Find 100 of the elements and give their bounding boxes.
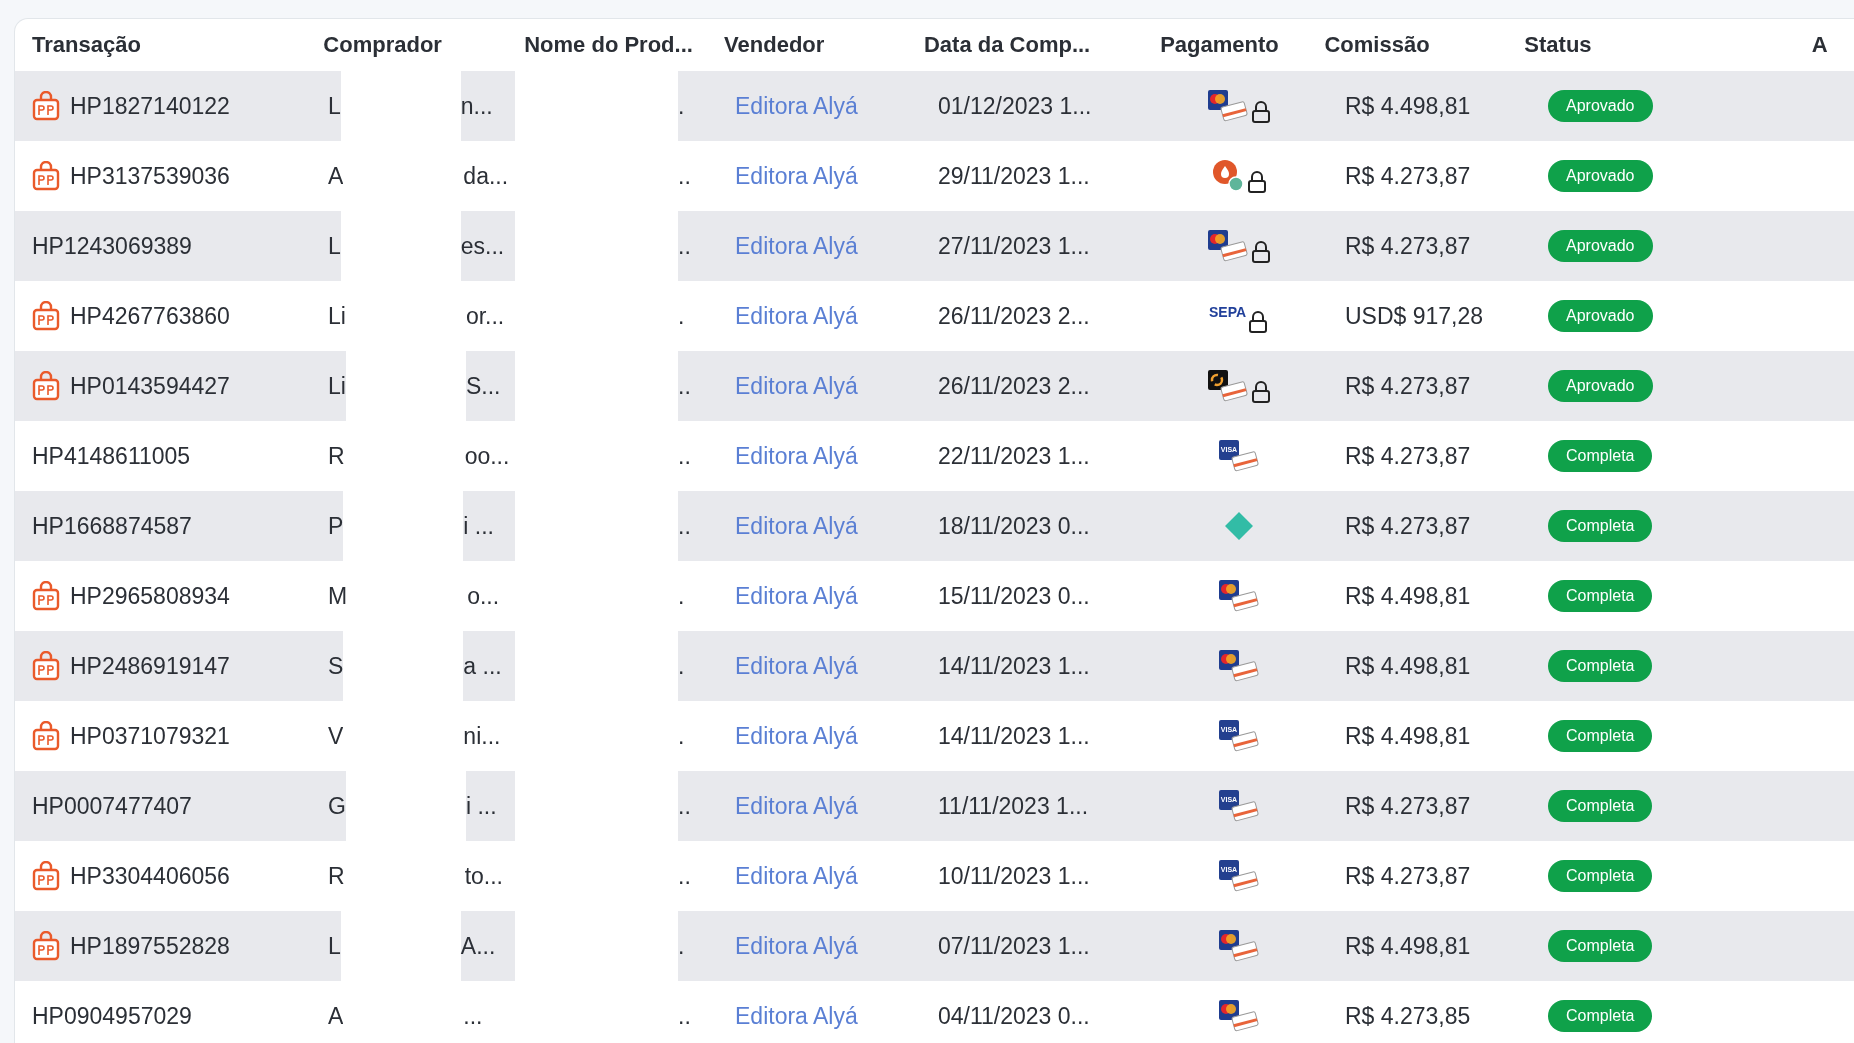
seller-link[interactable]: Editora Alyá [735,302,858,330]
purchase-date: 26/11/2023 2... [938,372,1090,400]
status-badge: Aprovado [1548,230,1653,262]
card-payment-icon [1206,369,1249,403]
product-name: . [678,722,685,750]
table-row[interactable]: HP1668874587 P i ... .. Editora Alyá 18/11/2023 0... R$ 4.273,87 Completa [15,491,1854,561]
buyer-name-fragment: da... [463,162,509,190]
transaction-id: HP0371079321 [70,722,230,750]
buyer-name-fragment: i ... [465,792,497,820]
product-name: .. [678,862,691,890]
buyer-name-fragment: A... [460,932,496,960]
product-name: . [678,582,685,610]
purchase-date: 10/11/2023 1... [938,862,1090,890]
status-badge: Aprovado [1548,160,1653,192]
transaction-id: HP1668874587 [32,512,192,540]
status-badge: Completa [1548,930,1653,962]
column-header[interactable]: Data da Comp... [924,32,1091,57]
buyer-initial: Li [328,302,346,330]
status-badge: Aprovado [1548,300,1653,332]
seller-link[interactable]: Editora Alyá [735,722,858,750]
column-header[interactable]: Comissão [1324,32,1430,57]
buyer-initial: M [328,582,348,610]
commission-amount: R$ 4.273,87 [1345,862,1471,890]
product-name: .. [678,232,691,260]
column-header[interactable]: Vendedor [724,32,825,57]
status-badge: Completa [1548,790,1653,822]
column-header[interactable]: Status [1524,32,1592,57]
transaction-id: HP4267763860 [70,302,230,330]
transaction-id: HP1243069389 [32,232,192,260]
purchase-date: 18/11/2023 0... [938,512,1090,540]
column-header[interactable]: A [1811,32,1828,57]
column-header[interactable]: Nome do Prod... [524,32,693,57]
purchase-date: 27/11/2023 1... [938,232,1090,260]
commission-amount: R$ 4.273,87 [1345,162,1471,190]
product-name: .. [678,442,691,470]
purchase-date: 11/11/2023 1... [938,792,1089,820]
column-header[interactable]: Transação [32,32,141,57]
buyer-name-fragment: n... [460,92,493,120]
column-header[interactable]: Comprador [323,32,442,57]
seller-link[interactable]: Editora Alyá [735,162,858,190]
transaction-id: HP1897552828 [70,932,230,960]
commission-amount: R$ 4.498,81 [1345,92,1471,120]
buyer-name-fragment: S... [465,372,501,400]
commission-amount: R$ 4.273,87 [1345,512,1471,540]
transaction-id: HP0904957029 [32,1002,192,1030]
commission-amount: R$ 4.273,87 [1345,442,1471,470]
status-badge: Completa [1548,860,1653,892]
table-row[interactable]: HP2486919147 S a ... . Editora Alyá 14/11/2023 1... R$ 4.498,81 Completa [15,631,1854,701]
status-badge: Completa [1548,510,1653,542]
diamond-payment-icon [1223,511,1254,541]
seller-link[interactable]: Editora Alyá [735,862,858,890]
purchase-date: 07/11/2023 1... [938,932,1090,960]
product-name: . [678,92,685,120]
buyer-name-fragment: a ... [463,652,502,680]
card-payment-icon [1217,999,1260,1033]
transaction-id: HP3137539036 [70,162,230,190]
product-name: .. [678,372,691,400]
transaction-id: HP2965808934 [70,582,230,610]
buyer-name-fragment: ... [463,1002,483,1030]
buyer-name-fragment: or... [465,302,505,330]
sepa-logo: SEPA [1208,304,1247,320]
seller-link[interactable]: Editora Alyá [735,442,858,470]
buyer-name-fragment: ni... [463,722,501,750]
buyer-initial: V [328,722,344,750]
transaction-id: HP4148611005 [32,442,191,470]
table-row[interactable]: HP0143594427 Li S... .. Editora Alyá 26/11/2023 2... R$ 4.273,87 Aprovado [15,351,1854,421]
buyer-initial: A [328,1002,344,1030]
buyer-initial: G [328,792,346,820]
status-badge: Completa [1548,580,1653,612]
buyer-name-fragment: o... [467,582,500,610]
buyer-name-fragment: oo... [464,442,510,470]
card-payment-icon [1217,649,1260,683]
buyer-initial: L [328,932,341,960]
purchase-date: 26/11/2023 2... [938,302,1090,330]
buyer-initial: L [328,232,341,260]
product-name: .. [678,792,691,820]
purchase-date: 14/11/2023 1... [938,652,1090,680]
product-name: . [678,932,685,960]
seller-link[interactable]: Editora Alyá [735,1002,858,1030]
transaction-id: HP1827140122 [70,92,230,120]
buyer-initial: S [328,652,344,680]
card-payment-icon [1217,929,1260,963]
product-name: . [678,302,685,330]
table-row[interactable]: HP1897552828 L A... . Editora Alyá 07/11/2023 1... R$ 4.498,81 Completa [15,911,1854,981]
column-header[interactable]: Pagamento [1160,32,1279,57]
buyer-name-fragment: to... [464,862,503,890]
commission-amount: R$ 4.273,85 [1345,1002,1471,1030]
product-name: . [678,652,685,680]
buyer-initial: R [328,442,345,470]
purchase-date: 04/11/2023 0... [938,1002,1090,1030]
status-badge: Completa [1548,650,1653,682]
purchase-date: 22/11/2023 1... [938,442,1090,470]
card-payment-icon [1217,579,1260,613]
commission-amount: R$ 4.498,81 [1345,932,1471,960]
seller-link[interactable]: Editora Alyá [735,582,858,610]
status-badge: Completa [1548,440,1653,472]
commission-amount: R$ 4.273,87 [1345,232,1471,260]
table-row[interactable]: HP1827140122 L n... . Editora Alyá 01/12/2023 1... R$ 4.498,81 Aprovado [15,71,1854,141]
buyer-name-fragment: es... [460,232,505,260]
table-row[interactable]: HP1243069389 L es... .. Editora Alyá 27/11/2023 1... R$ 4.273,87 Aprovado [15,211,1854,281]
